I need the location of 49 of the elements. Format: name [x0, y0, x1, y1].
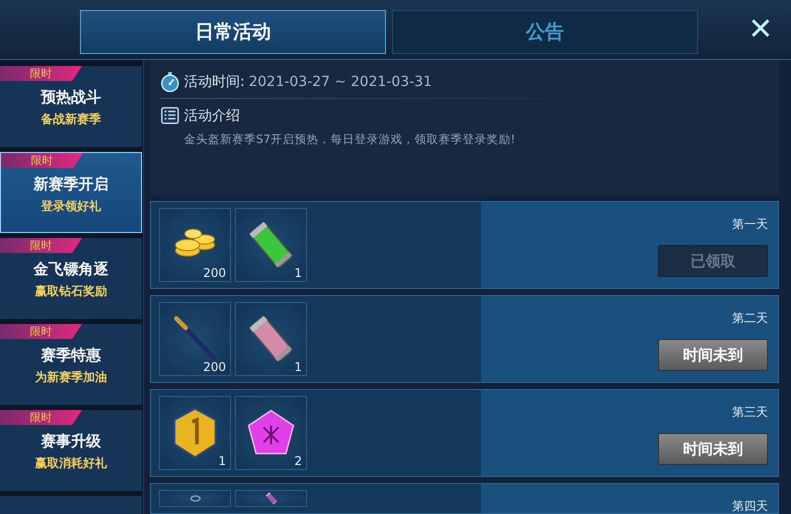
item-slot[interactable] — [159, 490, 231, 507]
close-button[interactable]: ✕ — [744, 12, 778, 47]
limited-tag: 限时 — [0, 238, 82, 253]
day-label: 第三天 — [732, 404, 768, 421]
item-subtitle: 登录领好礼 — [41, 198, 101, 215]
item-subtitle: 赢取钻石奖励 — [35, 283, 107, 300]
sidebar-item[interactable]: 限时 预热战斗 备战新赛季 — [0, 66, 142, 147]
claim-button[interactable]: 时间未到 — [658, 433, 768, 465]
item-title: 赛事升级 — [41, 432, 101, 451]
day-label: 第二天 — [732, 310, 768, 327]
item-title: 赛季特惠 — [41, 346, 101, 365]
item-count: 1 — [294, 360, 302, 374]
item-title: 预热战斗 — [41, 88, 101, 107]
item-slot[interactable] — [235, 490, 307, 507]
sidebar-item[interactable]: 限时 赛季特惠 为新赛季加油 — [0, 324, 142, 405]
day-label: 第四天 — [732, 498, 768, 514]
tab[interactable]: 公告 — [392, 10, 698, 54]
item-slot[interactable]: 1 — [159, 396, 231, 470]
day-label: 第一天 — [732, 216, 768, 233]
item-count: 200 — [203, 266, 226, 280]
item-subtitle: 赢取消耗好礼 — [35, 455, 107, 472]
item-title: 新赛季开启 — [34, 175, 108, 194]
limited-tag: 限时 — [0, 410, 82, 425]
item-slot[interactable]: 1 — [235, 208, 307, 282]
sidebar-item[interactable]: 限时 赛事升级 赢取消耗好礼 — [0, 410, 142, 491]
sidebar-item[interactable]: 限时 金飞镖角逐 赢取钻石奖励 — [0, 238, 142, 319]
limited-tag: 限时 — [0, 66, 82, 81]
list-icon — [160, 106, 180, 126]
stopwatch-icon — [160, 72, 180, 92]
limited-tag: 限时 — [1, 153, 83, 168]
item-count: 2 — [294, 454, 302, 468]
item-count: 200 — [203, 360, 226, 374]
limited-tag: 限时 — [0, 324, 82, 339]
item-slot[interactable]: 2 — [235, 396, 307, 470]
intro-title: 活动介绍 — [184, 107, 240, 125]
time-range: 2021-03-27 ~ 2021-03-31 — [248, 74, 432, 90]
item-subtitle: 备战新赛季 — [41, 111, 101, 128]
item-count: 1 — [294, 266, 302, 280]
item-count: 1 — [218, 454, 226, 468]
sidebar-item[interactable]: 限时 新赛季开启 登录领好礼 — [0, 152, 142, 233]
item-slot[interactable]: 200 — [159, 208, 231, 282]
tab[interactable]: 日常活动 — [80, 10, 386, 54]
item-slot[interactable]: 1 — [235, 302, 307, 376]
intro-text: 金头盔新赛季S7开启预热，每日登录游戏，领取赛季登录奖励! — [184, 132, 516, 147]
claim-button[interactable]: 时间未到 — [658, 339, 768, 371]
item-subtitle: 为新赛季加油 — [35, 369, 107, 386]
time-label: 活动时间: — [184, 73, 245, 91]
item-title: 金飞镖角逐 — [34, 260, 108, 279]
item-slot[interactable]: 200 — [159, 302, 231, 376]
